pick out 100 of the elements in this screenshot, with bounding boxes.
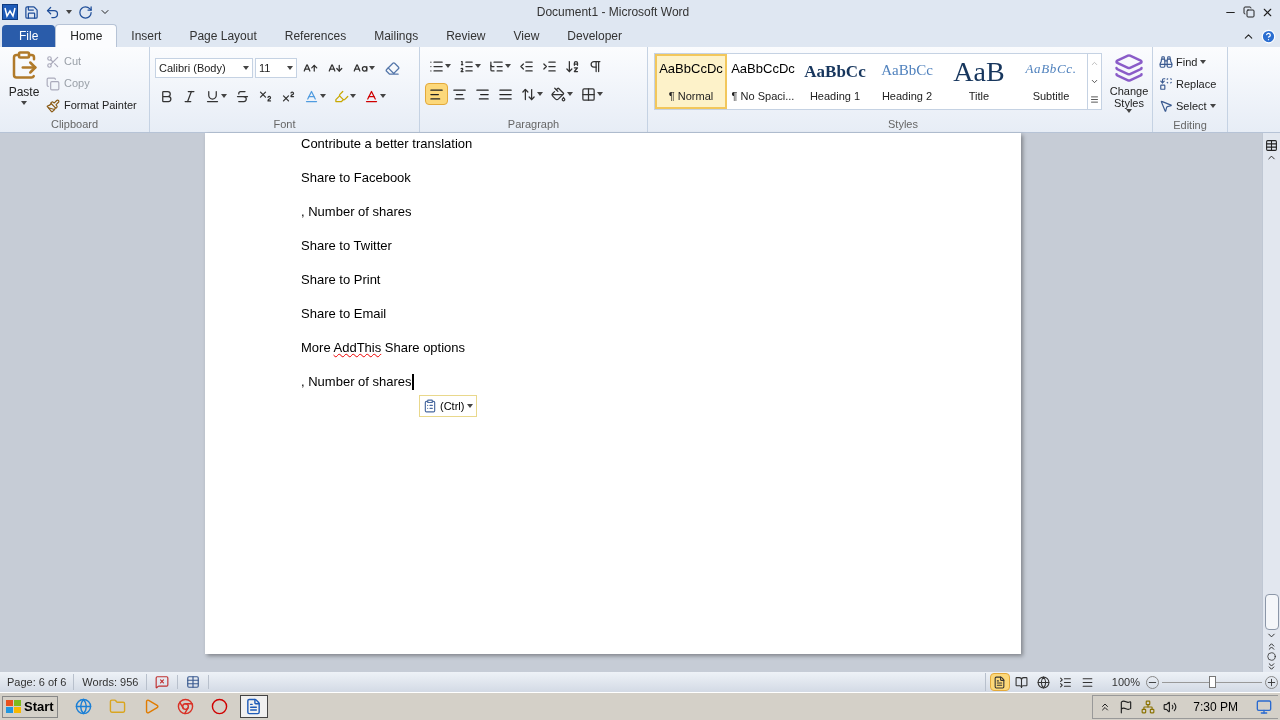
caret-icon[interactable] [221, 94, 227, 98]
network-icon[interactable] [1141, 699, 1156, 714]
caret-icon[interactable] [350, 94, 356, 98]
clipboard-button[interactable]: Format Painter [46, 95, 137, 116]
caret-icon[interactable] [475, 64, 481, 68]
italic-icon[interactable] [182, 88, 197, 104]
style-gallery-item[interactable]: AaB Title [943, 54, 1015, 109]
flag-icon[interactable] [1119, 699, 1134, 714]
document-icon [245, 698, 263, 715]
caret-icon[interactable] [445, 64, 451, 68]
font-size-field[interactable]: 11 [255, 58, 297, 78]
editing-button[interactable]: Find [1159, 51, 1221, 73]
subscript-icon[interactable] [258, 88, 273, 104]
caret-icon[interactable] [1200, 60, 1207, 64]
caret-icon[interactable] [537, 92, 543, 96]
caret-icon[interactable] [21, 101, 27, 105]
globe-icon [1037, 675, 1051, 689]
vertical-scroll-bar[interactable] [1262, 133, 1280, 672]
caret-icon[interactable] [369, 66, 375, 70]
clock[interactable]: 7:30 PM [1193, 697, 1238, 716]
help-icon[interactable] [1261, 29, 1276, 44]
browse-object-icon[interactable] [1267, 652, 1276, 661]
browser-icon [75, 698, 93, 715]
view-button[interactable] [989, 673, 1010, 691]
editing-button[interactable]: Select [1159, 95, 1221, 117]
save-icon[interactable] [24, 4, 39, 20]
paste-button[interactable]: Paste [6, 50, 42, 116]
caret-icon[interactable] [380, 94, 386, 98]
caret-icon[interactable] [320, 94, 326, 98]
caret-icon[interactable] [467, 404, 474, 408]
paste-options-button[interactable]: (Ctrl) [419, 395, 478, 417]
increase-indent-icon[interactable] [542, 58, 557, 74]
next-page-icon[interactable] [1266, 661, 1277, 672]
start-button[interactable]: Start [2, 695, 58, 718]
ribbon-tab[interactable]: Insert [117, 25, 176, 47]
editing-button[interactable]: Replace [1159, 73, 1221, 95]
ribbon-tab[interactable]: Developer [553, 25, 636, 47]
paintbrush-icon [46, 98, 60, 113]
more-icon[interactable] [1090, 95, 1099, 105]
page-icon [993, 675, 1007, 689]
scroll-down-icon[interactable] [1090, 77, 1099, 86]
ribbon-tab[interactable]: Mailings [360, 25, 433, 47]
ribbon-tab[interactable]: Page Layout [175, 25, 271, 47]
previous-page-icon[interactable] [1266, 641, 1277, 652]
style-gallery-item[interactable]: AaBbCcDc ¶ No Spaci... [727, 54, 799, 109]
caret-icon[interactable] [243, 66, 249, 70]
ribbon-tab[interactable]: Home [55, 24, 118, 47]
style-gallery-item[interactable]: AaBbCc. Subtitle [1015, 54, 1087, 109]
eraser-icon[interactable] [385, 60, 400, 76]
style-gallery-item[interactable]: AaBbCcDc ¶ Normal [655, 54, 727, 109]
zoom-slider[interactable] [1162, 675, 1262, 689]
page-count[interactable]: Page: 6 of 6 [0, 673, 75, 691]
caret-icon[interactable] [287, 66, 293, 70]
word-count[interactable]: Words: 956 [74, 673, 148, 691]
caret-icon[interactable] [1209, 104, 1216, 108]
borders-icon[interactable] [581, 86, 596, 102]
caret-icon[interactable] [66, 10, 72, 14]
speaker-icon[interactable] [1163, 699, 1178, 714]
underline-icon[interactable] [205, 88, 220, 104]
style-gallery-item[interactable]: AaBbCc Heading 2 [871, 54, 943, 109]
ribbon-tab[interactable]: File [2, 25, 56, 47]
pilcrow-icon[interactable] [588, 58, 603, 74]
pointer-icon [1159, 99, 1173, 113]
zoom-level[interactable]: 100% [1111, 673, 1140, 691]
restore-icon[interactable] [1243, 5, 1255, 18]
numbering-icon[interactable] [459, 58, 474, 74]
style-gallery-item[interactable]: AaBbCc Heading 1 [799, 54, 871, 109]
font-name-field[interactable]: Calibri (Body) [155, 58, 253, 78]
superscript-icon[interactable] [281, 88, 296, 104]
paint-bucket-icon[interactable] [551, 86, 566, 102]
sort-icon[interactable] [565, 58, 580, 74]
caret-icon[interactable] [597, 92, 603, 96]
align-left-icon [429, 86, 444, 102]
paragraph-text: Share to Twitter [301, 237, 392, 256]
multilevel-list-icon[interactable] [489, 58, 504, 74]
ribbon-tab[interactable]: References [270, 25, 361, 47]
caret-icon[interactable] [567, 92, 573, 96]
font-color-icon[interactable] [364, 88, 379, 104]
bold-icon[interactable] [159, 88, 174, 104]
ring-icon [211, 698, 229, 715]
undo-icon[interactable] [45, 4, 60, 20]
caret-icon[interactable] [505, 64, 511, 68]
zoom-slider-thumb[interactable] [1208, 676, 1216, 688]
group-label: Paragraph [507, 116, 560, 132]
show-desktop-icon[interactable] [1256, 698, 1272, 715]
ribbon-tab[interactable]: Review [432, 25, 500, 47]
align-button[interactable] [425, 83, 448, 105]
change-styles-button[interactable]: Change Styles [1106, 53, 1152, 113]
bullets-icon[interactable] [429, 58, 444, 74]
redo-icon[interactable] [78, 4, 93, 20]
caret-icon[interactable] [1126, 109, 1132, 113]
strikethrough-icon[interactable] [235, 88, 250, 104]
ribbon-tab[interactable]: View [499, 25, 554, 47]
align-center-icon [452, 86, 467, 102]
decrease-indent-icon[interactable] [519, 58, 534, 74]
proofing-icon[interactable] [155, 675, 170, 689]
scroll-thumb[interactable] [1264, 594, 1279, 630]
folder-icon [109, 698, 127, 715]
taskbar-button[interactable] [239, 695, 268, 718]
line-spacing-icon[interactable] [521, 86, 536, 102]
